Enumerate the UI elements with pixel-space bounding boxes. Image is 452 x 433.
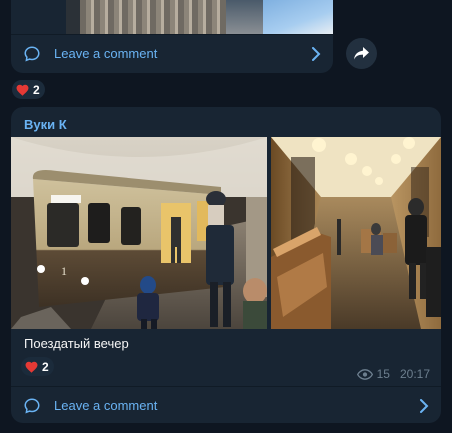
leave-comment-label: Leave a comment <box>54 46 158 61</box>
heart-icon <box>25 361 38 373</box>
author-name[interactable]: Вуки К <box>24 117 67 132</box>
message-card: Вуки К 1 Поездатый вечер 2 15 20:17 Leav… <box>11 107 441 423</box>
leave-comment-row[interactable]: Leave a comment <box>11 386 441 423</box>
photo-sky <box>263 0 333 34</box>
photo-album: 1 <box>11 137 441 329</box>
previous-message-photo[interactable] <box>66 0 333 34</box>
message-meta: 15 20:17 <box>356 367 430 381</box>
photo-building <box>66 0 226 34</box>
chevron-right-icon <box>420 398 429 413</box>
reaction-badge[interactable]: 2 <box>12 80 45 99</box>
comment-icon <box>24 45 40 62</box>
svg-text:1: 1 <box>61 264 67 278</box>
reaction-count: 2 <box>33 82 40 97</box>
reaction-badge[interactable]: 2 <box>21 357 54 376</box>
interior-photo-image <box>271 137 441 329</box>
eye-icon <box>356 368 373 380</box>
heart-icon <box>16 84 29 96</box>
chevron-right-icon <box>312 46 321 61</box>
message-time: 20:17 <box>399 367 430 381</box>
photo-edge <box>66 0 80 34</box>
leave-comment-label: Leave a comment <box>54 398 158 413</box>
leave-comment-row[interactable]: Leave a comment <box>11 34 333 72</box>
train-photo-image: 1 <box>11 137 267 329</box>
previous-message-card: Leave a comment <box>11 0 333 73</box>
message-caption: Поездатый вечер <box>24 336 129 351</box>
album-photo-interior[interactable] <box>271 137 441 329</box>
comment-icon <box>24 397 40 414</box>
reaction-count: 2 <box>42 359 49 374</box>
album-photo-train[interactable]: 1 <box>11 137 267 329</box>
share-button[interactable] <box>346 38 377 69</box>
channel-feed: Leave a comment 2 Вуки К 1 Поездатый веч… <box>0 0 452 433</box>
share-arrow-icon <box>354 47 369 60</box>
view-count: 15 <box>376 367 390 381</box>
